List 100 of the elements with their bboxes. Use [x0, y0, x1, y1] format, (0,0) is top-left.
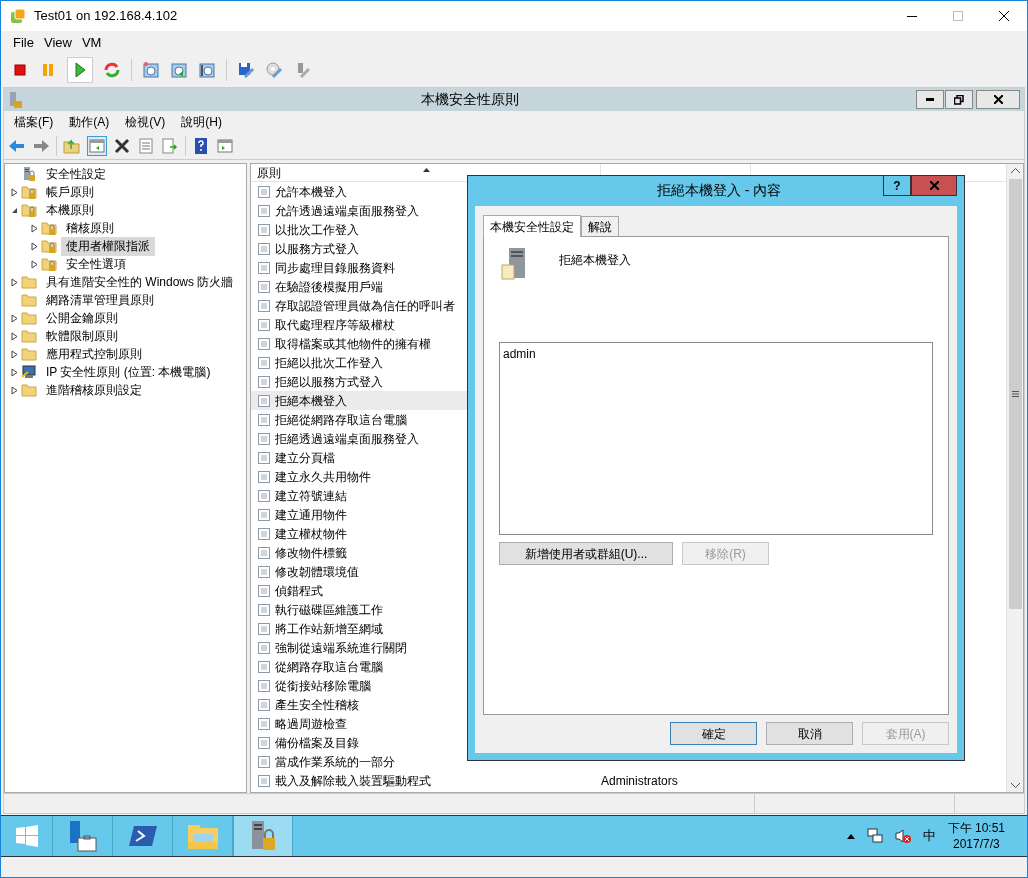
collapsed-arrow-icon[interactable]	[10, 277, 18, 287]
input-method-indicator[interactable]: 中	[922, 826, 936, 846]
policy-row[interactable]: 建立權杖物件	[251, 524, 467, 543]
collapsed-arrow-icon[interactable]	[10, 331, 18, 341]
dialog-button[interactable]: 新增使用者或群組(U)...	[499, 542, 673, 565]
menu-item[interactable]: View	[41, 33, 74, 53]
stop-icon[interactable]	[11, 61, 29, 79]
policy-name: 以批次工作登入	[275, 221, 359, 239]
member-item[interactable]: admin	[503, 345, 929, 363]
menu-item[interactable]: 動作(A)	[69, 112, 110, 131]
pane-show-icon[interactable]	[216, 136, 234, 155]
policy-row[interactable]: 允許本機登入	[251, 182, 467, 201]
delete-icon[interactable]	[113, 136, 131, 155]
network-icon[interactable]	[866, 828, 883, 844]
expanded-arrow-icon[interactable]	[10, 206, 18, 214]
policy-row[interactable]: 拒絕以批次工作登入	[251, 353, 467, 372]
help-icon[interactable]	[192, 136, 210, 155]
policy-row[interactable]: 備份檔案及目錄	[251, 733, 467, 752]
collapsed-arrow-icon[interactable]	[30, 241, 38, 251]
collapsed-arrow-icon[interactable]	[10, 367, 18, 377]
collapsed-arrow-icon[interactable]	[10, 187, 18, 197]
tree-item[interactable]: 公開金鑰原則	[41, 308, 123, 328]
policy-row[interactable]: 允許透過遠端桌面服務登入	[251, 201, 467, 220]
export-list-icon[interactable]	[161, 136, 179, 155]
policy-row[interactable]: 拒絕從網路存取這台電腦	[251, 410, 467, 429]
tree-item[interactable]: 應用程式控制原則	[41, 344, 147, 364]
tree-item[interactable]: IP 安全性原則 (位置: 本機電腦)	[41, 362, 216, 382]
locked-folder-icon	[21, 202, 37, 218]
policy-row[interactable]: 建立符號連結	[251, 486, 467, 505]
policy-row[interactable]: 產生安全性稽核	[251, 695, 467, 714]
policy-row[interactable]: 當成作業系統的一部分	[251, 752, 467, 771]
tree-item[interactable]: 帳戶原則	[41, 182, 99, 202]
clock[interactable]: 下午 10:51 2017/7/3	[947, 820, 1005, 852]
policy-row[interactable]: 略過周遊檢查	[251, 714, 467, 733]
tree-item[interactable]: 軟體限制原則	[41, 326, 123, 346]
tree-item[interactable]: 安全性選項	[61, 254, 131, 274]
taskbar-button[interactable]	[233, 816, 293, 856]
scroll-down-icon[interactable]	[1010, 783, 1020, 788]
tree-item[interactable]: 具有進階安全性的 Windows 防火牆	[41, 272, 239, 292]
tab[interactable]: 解說	[581, 216, 619, 236]
policy-row[interactable]: 修改韌體環境值	[251, 562, 467, 581]
collapsed-arrow-icon[interactable]	[30, 259, 38, 269]
policy-row[interactable]: 偵錯程式	[251, 581, 467, 600]
policy-row[interactable]: 在驗證後模擬用戶端	[251, 277, 467, 296]
tree-item[interactable]: 網路清單管理員原則	[41, 290, 159, 310]
collapsed-arrow-icon[interactable]	[10, 313, 18, 323]
menu-item[interactable]: 檔案(F)	[14, 112, 54, 131]
policy-row[interactable]: 執行磁碟區維護工作	[251, 600, 467, 619]
restore-button[interactable]	[945, 90, 973, 109]
speaker-muted-icon[interactable]	[894, 828, 911, 844]
policy-row[interactable]: 存取認證管理員做為信任的呼叫者	[251, 296, 467, 315]
policy-row[interactable]: 從銜接站移除電腦	[251, 676, 467, 695]
policy-row[interactable]: 從網路存取這台電腦	[251, 657, 467, 676]
policy-row[interactable]: 取代處理程序等級權杖	[251, 315, 467, 334]
disk-wrench-icon[interactable]	[237, 61, 255, 79]
tab[interactable]: 本機安全性設定	[483, 215, 581, 237]
folder-up-icon[interactable]	[63, 136, 81, 155]
policy-row[interactable]: 載入及解除載入裝置驅動程式	[251, 771, 467, 790]
snapshot-clock-icon[interactable]	[142, 61, 160, 79]
policy-row[interactable]: 以服務方式登入	[251, 239, 467, 258]
policy-row[interactable]: 建立永久共用物件	[251, 467, 467, 486]
refresh-icon[interactable]	[103, 61, 121, 79]
menu-item[interactable]: 說明(H)	[181, 112, 222, 131]
collapsed-arrow-icon[interactable]	[10, 385, 18, 395]
policy-row[interactable]: 強制從遠端系統進行關閉	[251, 638, 467, 657]
scrollbar[interactable]	[1006, 164, 1023, 792]
menu-item[interactable]: File	[11, 33, 36, 53]
policy-row[interactable]: 建立通用物件	[251, 505, 467, 524]
scroll-up-icon[interactable]	[1010, 168, 1020, 173]
policy-icon	[257, 298, 271, 313]
policy-row[interactable]: 拒絕本機登入	[251, 391, 467, 410]
collapsed-arrow-icon[interactable]	[10, 349, 18, 359]
collapsed-arrow-icon[interactable]	[30, 223, 38, 233]
policy-row[interactable]: 拒絕透過遠端桌面服務登入	[251, 429, 467, 448]
policy-row[interactable]: 以批次工作登入	[251, 220, 467, 239]
menu-item[interactable]: 檢視(V)	[125, 112, 166, 131]
tree-item[interactable]: 本機原則	[41, 200, 99, 220]
dialog-button[interactable]: 取消	[766, 722, 853, 745]
policy-name: 建立權杖物件	[275, 525, 347, 543]
policy-row[interactable]: 修改物件標籤	[251, 543, 467, 562]
policy-row[interactable]: 同步處理目錄服務資料	[251, 258, 467, 277]
dialog-button[interactable]: 確定	[670, 722, 757, 745]
clock-wrench-icon[interactable]	[198, 61, 216, 79]
minimize-button[interactable]	[916, 90, 944, 109]
tree-item[interactable]: 使用者權限指派	[61, 236, 155, 256]
menu-item[interactable]: VM	[79, 33, 104, 53]
policy-row[interactable]: 建立分頁檔	[251, 448, 467, 467]
tree-item[interactable]: 稽核原則	[61, 218, 119, 238]
tree-item[interactable]: 安全性設定	[41, 164, 111, 184]
policy-row[interactable]: 將工作站新增至網域	[251, 619, 467, 638]
tree-item[interactable]: 進階稽核原則設定	[41, 380, 147, 400]
pane-toggle-icon[interactable]	[88, 136, 106, 155]
close-button[interactable]	[976, 90, 1020, 109]
scroll-thumb[interactable]	[1008, 179, 1022, 609]
revert-clock-icon[interactable]	[170, 61, 188, 79]
show-hidden-icons-icon[interactable]	[846, 833, 855, 839]
policy-row[interactable]: 取得檔案或其他物件的擁有權	[251, 334, 467, 353]
policy-row[interactable]: 拒絕以服務方式登入	[251, 372, 467, 391]
member-list[interactable]: admin	[499, 342, 933, 535]
cd-wrench-icon[interactable]	[265, 61, 283, 79]
